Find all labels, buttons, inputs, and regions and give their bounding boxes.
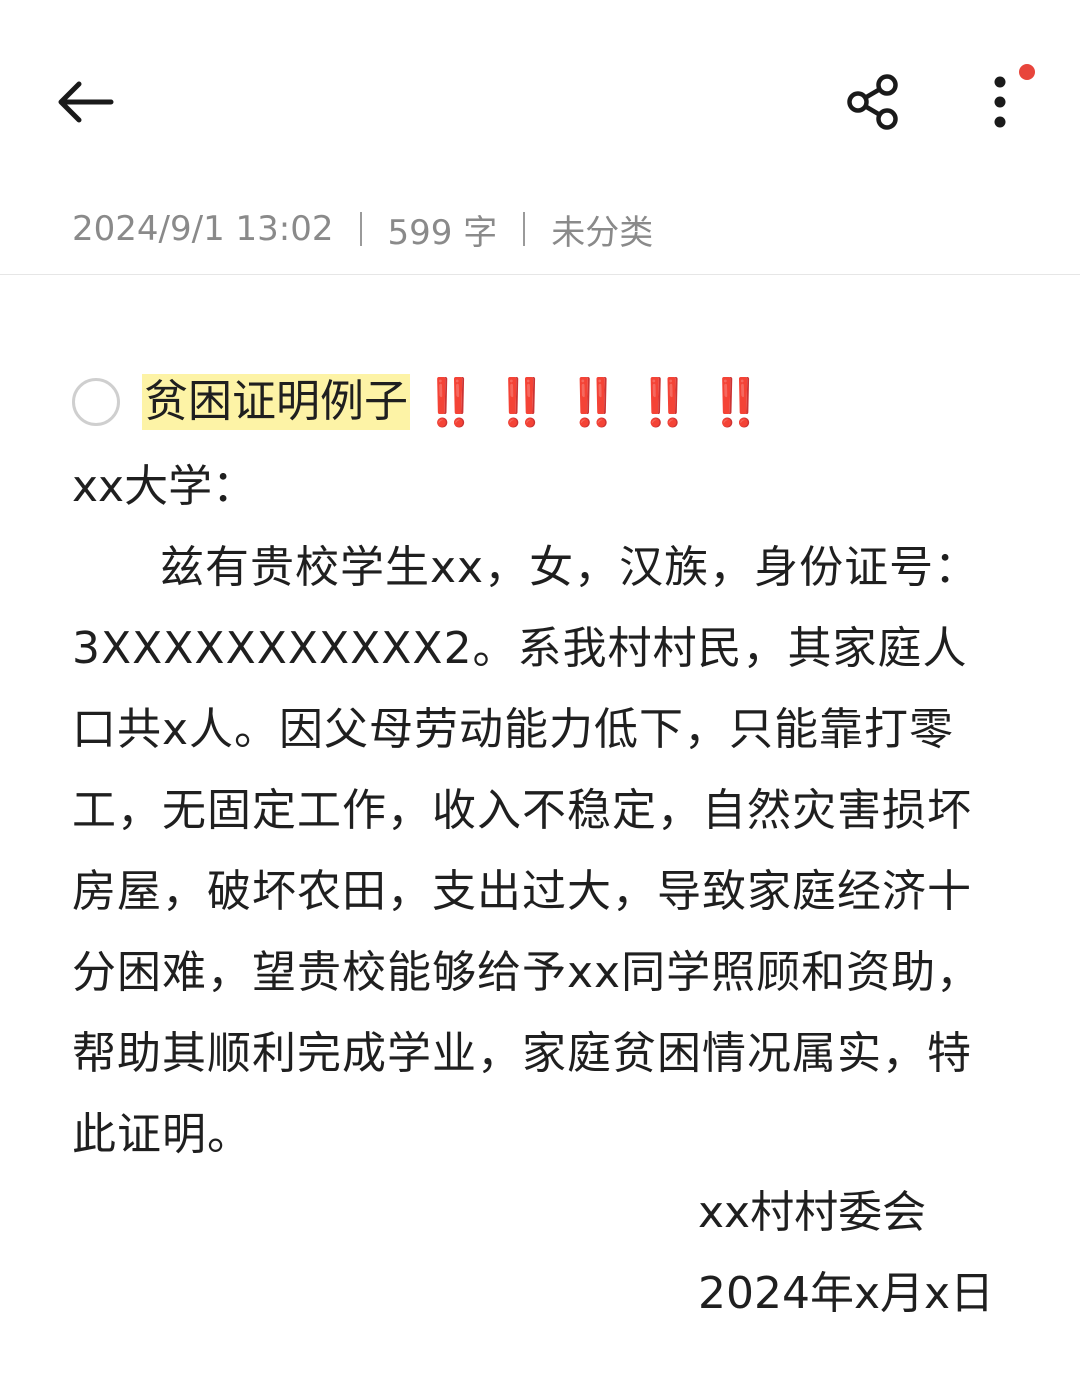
signature-date: 2024年x月x日 [698, 1268, 995, 1319]
note-datetime: 2024/9/1 13:02 [72, 209, 334, 249]
note-category[interactable]: 未分类 [551, 205, 653, 254]
note-body: 兹有贵校学生xx，女，汉族，身份证号：3XXXXXXXXXXX2。系我村村民，其… [72, 542, 982, 1160]
meta-separator [359, 212, 362, 246]
meta-separator [523, 212, 526, 246]
top-toolbar [0, 0, 1080, 200]
arrow-left-icon [58, 81, 114, 123]
salutation: xx大学： [72, 461, 257, 512]
todo-checkbox[interactable] [72, 378, 120, 426]
note-content[interactable]: 贫困证明例子 ‼️‼️‼️‼️‼️ xx大学： 兹有贵校学生xx，女，汉族，身份… [72, 360, 1022, 1175]
header-divider [0, 274, 1080, 275]
signature: xx村村委会 [698, 1187, 927, 1238]
todo-title-row: 贫困证明例子 ‼️‼️‼️‼️‼️ [72, 360, 1022, 444]
back-button[interactable] [40, 62, 130, 142]
share-icon [847, 74, 898, 130]
note-title: 贫困证明例子 [142, 374, 410, 430]
note-word-count: 599 字 [387, 212, 498, 253]
share-button[interactable] [828, 62, 918, 142]
emphasis-marks: ‼️‼️‼️‼️‼️ [422, 375, 779, 429]
notification-badge [1019, 64, 1035, 80]
more-vertical-icon [994, 76, 1006, 128]
note-meta: 2024/9/1 13:02 599 字 未分类 [72, 204, 653, 254]
